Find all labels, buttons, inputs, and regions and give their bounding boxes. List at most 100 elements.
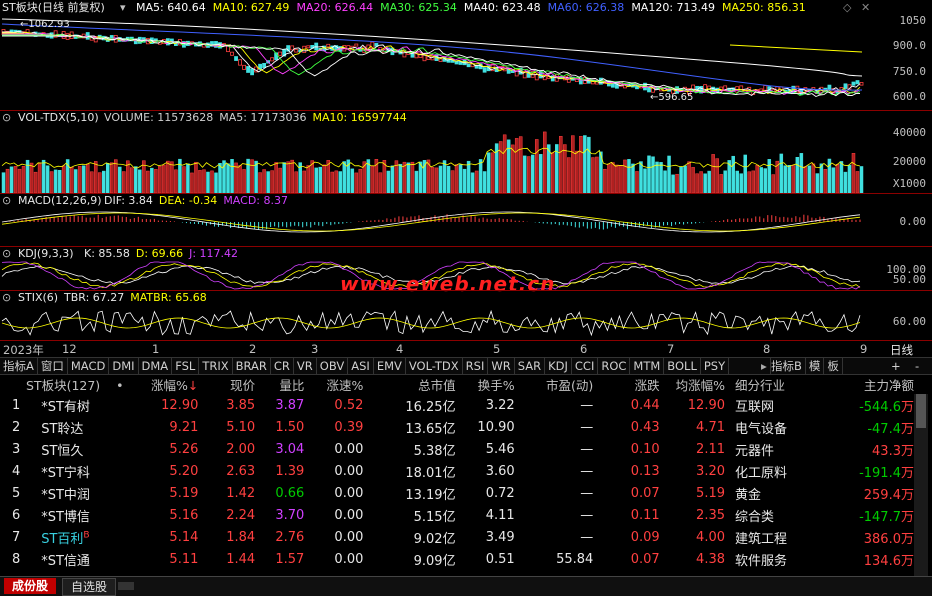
volume-bar	[182, 166, 186, 193]
tab-watchlist[interactable]: 自选股	[62, 578, 117, 596]
tab-indicator[interactable]: MACD	[68, 358, 110, 374]
macd-legend-item: DIF: 3.84	[104, 194, 153, 207]
column-header-price[interactable]: 现价	[198, 375, 255, 394]
volume-bar	[61, 165, 66, 193]
tab-indicator[interactable]: EMV	[374, 358, 406, 374]
tab-indicator-b[interactable]: 指标B	[768, 358, 806, 374]
tab-indicator[interactable]: MTM	[630, 358, 665, 374]
tab-indicator[interactable]: DMA	[139, 358, 173, 374]
close-icon[interactable]: ✕	[861, 1, 870, 14]
volume-bar	[290, 159, 294, 193]
tab-mo[interactable]: 模	[806, 358, 825, 374]
candle	[482, 67, 487, 73]
volume-bar	[418, 161, 423, 193]
avg-change: 4.38	[660, 548, 725, 570]
change-pct: 9.21	[124, 416, 198, 438]
chevron-down-icon[interactable]: ▾	[120, 1, 126, 15]
volume-chart[interactable]	[0, 125, 878, 193]
macd-chart[interactable]	[0, 208, 878, 246]
tab-indicator[interactable]: CCI	[572, 358, 599, 374]
volume-legend-item: MA10: 16597744	[312, 111, 407, 124]
price-chart[interactable]	[0, 14, 878, 109]
row-number: 8	[0, 548, 29, 570]
volume-bar	[623, 159, 627, 193]
volume-bar	[783, 165, 788, 193]
tab-scroll-handle[interactable]	[118, 582, 134, 590]
table-row[interactable]: 8 *ST信通 5.11 1.44 1.57 0.00 9.09亿 0.51 55.84 0.07…	[0, 548, 914, 570]
tab-indicator[interactable]: ASI	[348, 358, 374, 374]
tab-indicator[interactable]: BOLL	[664, 358, 701, 374]
table-row[interactable]: 5 *ST中润 5.19 1.42 0.66 0.00 13.19亿 0.72 — 0.07 5.1…	[0, 482, 914, 504]
tab-indicator[interactable]: CR	[271, 358, 294, 374]
net-inflow: 134.6万	[823, 548, 914, 570]
tab-indicator[interactable]: WR	[488, 358, 515, 374]
avg-change: 5.19	[660, 482, 725, 504]
tab-indicator[interactable]: SAR	[515, 358, 546, 374]
net-unit: 万	[900, 465, 914, 481]
circle-chevron-icon[interactable]: ⊙	[2, 291, 11, 305]
net-inflow: -147.7万	[823, 504, 914, 526]
ma-legend-item: MA5: 640.64	[136, 1, 206, 14]
column-header-pe[interactable]: 市盈(动)	[515, 375, 593, 394]
tab-indicator[interactable]: TRIX	[199, 358, 233, 374]
table-row[interactable]: 3 ST恒久 5.26 2.00 3.04 0.00 5.38亿 5.46 — 0.10 2.11 元…	[0, 438, 914, 460]
tab-indicator[interactable]: 窗口	[38, 358, 68, 374]
volume-bar	[506, 139, 511, 193]
tab-indicator[interactable]: VOL-TDX	[406, 358, 463, 374]
volume-bar	[687, 161, 691, 193]
column-header-market-cap[interactable]: 总市值	[363, 375, 456, 394]
table-row[interactable]: 6 *ST博信 5.16 2.24 3.70 0.00 5.15亿 4.11 — 0.11 2.35…	[0, 504, 914, 526]
volume-bar	[651, 156, 655, 193]
scrollbar[interactable]	[914, 394, 928, 576]
column-header-diff[interactable]: 涨跌	[593, 375, 660, 394]
circle-chevron-icon[interactable]: ⊙	[2, 247, 11, 261]
table-row[interactable]: 1 *ST有树 12.90 3.85 3.87 0.52 16.25亿 3.22 — 0.44 12…	[0, 394, 914, 416]
tab-indicator[interactable]: FSL	[172, 358, 200, 374]
volume-bar	[799, 153, 804, 193]
tab-indicator[interactable]: ROC	[598, 358, 631, 374]
column-header-volume-ratio[interactable]: 量比	[255, 375, 304, 394]
column-header-speed[interactable]: 涨速%	[304, 375, 363, 394]
volume-bar	[627, 159, 631, 193]
column-header-net-inflow[interactable]: 主力净额	[823, 375, 914, 394]
column-header-name[interactable]: ST板块(127) •	[0, 375, 124, 394]
volume-bar	[414, 170, 419, 193]
table-row[interactable]: 4 *ST宁科 5.20 2.63 1.39 0.00 18.01亿 3.60 — 0.13 3.2…	[0, 460, 914, 482]
market-cap-value: 5.38亿	[413, 443, 456, 459]
column-header-industry[interactable]: 细分行业	[725, 375, 823, 394]
price-diff-value: 0.09	[630, 529, 660, 545]
column-header-change[interactable]: 涨幅%↓	[124, 375, 198, 394]
table-row[interactable]: 7 ST百利B 5.14 1.84 2.76 0.00 9.02亿 3.49 — 0.09 4.00…	[0, 526, 914, 548]
tab-indicator[interactable]: DMI	[109, 358, 139, 374]
ma-line	[2, 34, 861, 98]
volume-bar	[743, 154, 747, 193]
circle-chevron-icon[interactable]: ⊙	[2, 111, 11, 125]
circle-chevron-icon[interactable]: ⊙	[2, 194, 11, 208]
volume-bar	[470, 172, 475, 193]
volume-bar	[130, 167, 134, 193]
volume-bar	[57, 170, 62, 193]
tab-ban[interactable]: 板	[824, 358, 843, 374]
minus-icon[interactable]: -	[912, 358, 922, 374]
table-row[interactable]: 2 ST聆达 9.21 5.10 1.50 0.39 13.65亿 10.90 — 0.43 4.7…	[0, 416, 914, 438]
tab-indicator[interactable]: KDJ	[545, 358, 572, 374]
stix-chart[interactable]	[0, 305, 878, 340]
tab-indicator[interactable]: BRAR	[233, 358, 271, 374]
tab-indicator[interactable]: VR	[294, 358, 317, 374]
plus-icon[interactable]: +	[888, 358, 904, 374]
column-header-avg-change[interactable]: 均涨幅%	[660, 375, 725, 394]
avg-change-value: 2.35	[696, 507, 725, 523]
tab-indicator[interactable]: RSI	[463, 358, 489, 374]
turnover: 5.46	[456, 438, 515, 460]
tab-indicator[interactable]: OBV	[317, 358, 349, 374]
diamond-icon[interactable]: ◇	[843, 1, 851, 14]
volume-ratio-value: 0.66	[275, 485, 305, 501]
tab-constituents[interactable]: 成份股	[4, 578, 57, 594]
tab-indicator[interactable]: 指标A	[0, 358, 38, 374]
period-label[interactable]: 日线	[890, 342, 913, 358]
speed-value: 0.00	[334, 463, 364, 479]
volume-bar	[659, 162, 663, 193]
tab-indicator[interactable]: PSY	[701, 358, 730, 374]
scrollbar-thumb[interactable]	[916, 394, 926, 428]
column-header-turnover[interactable]: 换手%	[456, 375, 515, 394]
